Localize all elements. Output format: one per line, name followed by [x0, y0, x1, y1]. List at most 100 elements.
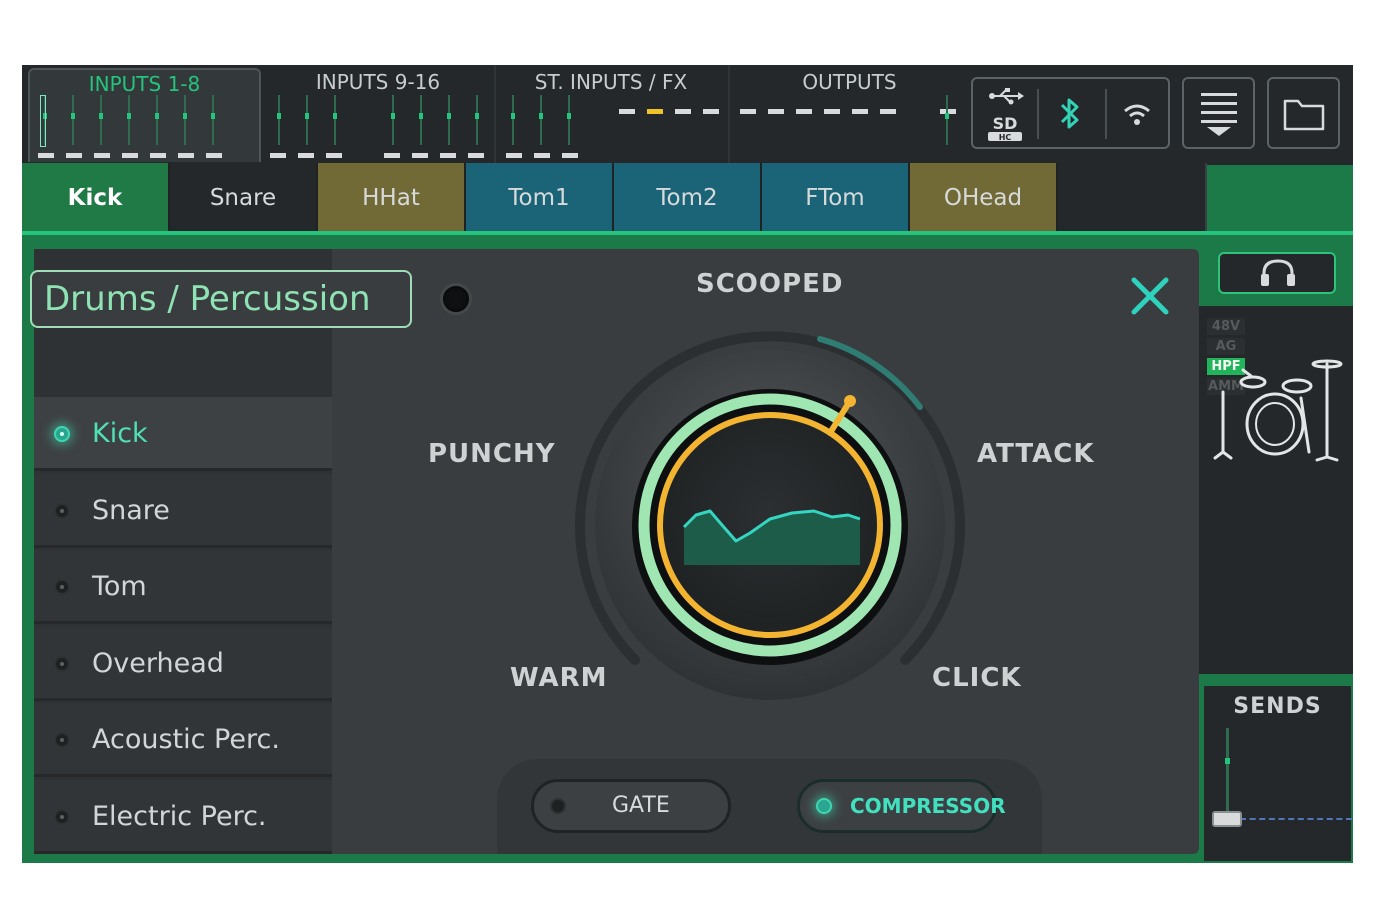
preset-label: Electric Perc.	[92, 800, 267, 832]
meter-indicator	[468, 153, 484, 158]
group-tab-inputs-9-16[interactable]: INPUTS 9-16	[265, 68, 491, 162]
channel-tab-kick[interactable]: Kick	[22, 163, 170, 233]
meter-indicator	[206, 153, 222, 158]
meter-indicator	[562, 153, 578, 158]
send-meter	[1225, 728, 1230, 818]
character-dial[interactable]	[560, 315, 980, 735]
menu-button[interactable]	[1182, 77, 1255, 149]
dial-label-left: PUNCHY	[428, 439, 556, 469]
preset-led	[54, 579, 70, 595]
preset-item-acoustic-perc[interactable]: Acoustic Perc.	[34, 703, 332, 777]
level-meter	[305, 95, 309, 145]
preset-label: Acoustic Perc.	[92, 724, 280, 755]
preset-label: Tom	[92, 571, 147, 602]
status-tag-48v: 48V	[1207, 318, 1245, 335]
preset-led	[54, 426, 70, 442]
preset-label: Kick	[92, 418, 148, 449]
meter-indicator	[506, 153, 522, 158]
folder-icon	[1283, 99, 1325, 131]
level-meter	[475, 95, 479, 145]
channel-tab-tom2[interactable]: Tom2	[614, 163, 762, 233]
meter-indicator	[122, 153, 138, 158]
usb-icon	[989, 88, 1024, 105]
meter-indicator	[824, 109, 840, 114]
group-tab-st-inputs-fx[interactable]: ST. INPUTS / FX	[498, 68, 724, 162]
headphones-button[interactable]	[1218, 252, 1336, 294]
divider	[1105, 89, 1107, 139]
channel-status: 48V AG HPF AMM	[1199, 306, 1353, 674]
dial-label-bottom-right: CLICK	[932, 663, 1022, 693]
status-led	[440, 283, 472, 315]
meter-indicator	[647, 109, 663, 114]
sends-label: SENDS	[1233, 694, 1322, 719]
meter-indicator	[440, 153, 456, 158]
meter-indicator	[880, 109, 896, 114]
dial-label-top: SCOOPED	[696, 269, 844, 299]
divider	[728, 65, 730, 165]
menu-icon	[1201, 93, 1237, 136]
level-meter	[539, 95, 543, 145]
meter-indicator	[150, 153, 166, 158]
meter-indicator	[66, 153, 82, 158]
level-meter	[127, 95, 131, 145]
tab-underline	[22, 231, 1353, 235]
meter-indicator	[38, 153, 54, 158]
group-label: ST. INPUTS / FX	[534, 70, 688, 94]
preset-item-electric-perc[interactable]: Electric Perc.	[34, 779, 332, 854]
compressor-led	[816, 798, 832, 814]
gate-label: GATE	[612, 793, 670, 818]
preset-item-kick[interactable]: Kick	[34, 397, 332, 471]
meter-indicator	[740, 109, 756, 114]
app-frame: INPUTS 1-8 INPUTS 9-16 ST. INPUTS / FX O…	[22, 65, 1353, 863]
dial-label-right: ATTACK	[977, 439, 1095, 469]
group-tab-outputs[interactable]: OUTPUTS	[732, 68, 967, 162]
channel-tab-snare[interactable]: Snare	[170, 163, 318, 233]
meter-indicator	[768, 109, 784, 114]
send-fader-handle[interactable]	[1212, 811, 1242, 827]
channel-tab-hhat[interactable]: HHat	[318, 163, 466, 233]
meter-indicator	[94, 153, 110, 158]
preset-panel: Kick Snare Tom Overhead Acoustic Perc. Electr…	[30, 249, 1199, 854]
preset-list: Kick Snare Tom Overhead Acoustic Perc. Electr…	[34, 249, 332, 854]
close-icon[interactable]	[1128, 274, 1172, 318]
top-bar: INPUTS 1-8 INPUTS 9-16 ST. INPUTS / FX O…	[22, 65, 1353, 165]
level-meter	[511, 95, 515, 145]
level-meter	[333, 95, 337, 145]
connectivity-panel[interactable]: SD HC	[971, 77, 1170, 149]
meter-indicator	[703, 109, 719, 114]
category-title[interactable]: Drums / Percussion	[30, 270, 412, 328]
channel-tab-ohead[interactable]: OHead	[910, 163, 1058, 233]
right-strip: 48V AG HPF AMM SENDS	[1199, 240, 1353, 863]
folder-button[interactable]	[1267, 77, 1340, 149]
svg-text:SD: SD	[993, 114, 1018, 133]
meter-indicator	[326, 153, 342, 158]
bluetooth-icon[interactable]	[1057, 96, 1083, 132]
preset-item-overhead[interactable]: Overhead	[34, 626, 332, 701]
divider	[494, 65, 496, 165]
level-meter	[211, 95, 215, 145]
sends-panel[interactable]: SENDS	[1202, 684, 1353, 863]
wifi-icon[interactable]	[1121, 100, 1153, 128]
dynamics-button-bar: GATE COMPRESSOR	[497, 759, 1042, 854]
preset-label: Snare	[92, 494, 170, 526]
group-label: INPUTS 1-8	[88, 72, 201, 96]
headphones-icon	[1261, 259, 1295, 286]
level-meter	[183, 95, 187, 145]
group-tab-inputs-1-8[interactable]: INPUTS 1-8	[28, 68, 261, 162]
compressor-button[interactable]: COMPRESSOR	[797, 779, 1006, 833]
channel-tab-tom1[interactable]: Tom1	[466, 163, 614, 233]
preset-item-snare[interactable]: Snare	[34, 473, 332, 548]
gate-button[interactable]: GATE	[531, 779, 731, 833]
meter-indicator	[619, 109, 635, 114]
preset-led	[54, 808, 70, 825]
level-meter	[447, 95, 451, 145]
channel-tab-ftom[interactable]: FTom	[762, 163, 910, 233]
group-label: OUTPUTS	[802, 70, 897, 94]
level-meter	[945, 95, 949, 145]
preset-item-tom[interactable]: Tom	[34, 550, 332, 624]
drum-kit-icon	[1213, 359, 1343, 462]
level-meter	[71, 95, 75, 145]
meter-indicator	[298, 153, 314, 158]
meter-indicator	[178, 153, 194, 158]
meter-indicator	[412, 153, 428, 158]
